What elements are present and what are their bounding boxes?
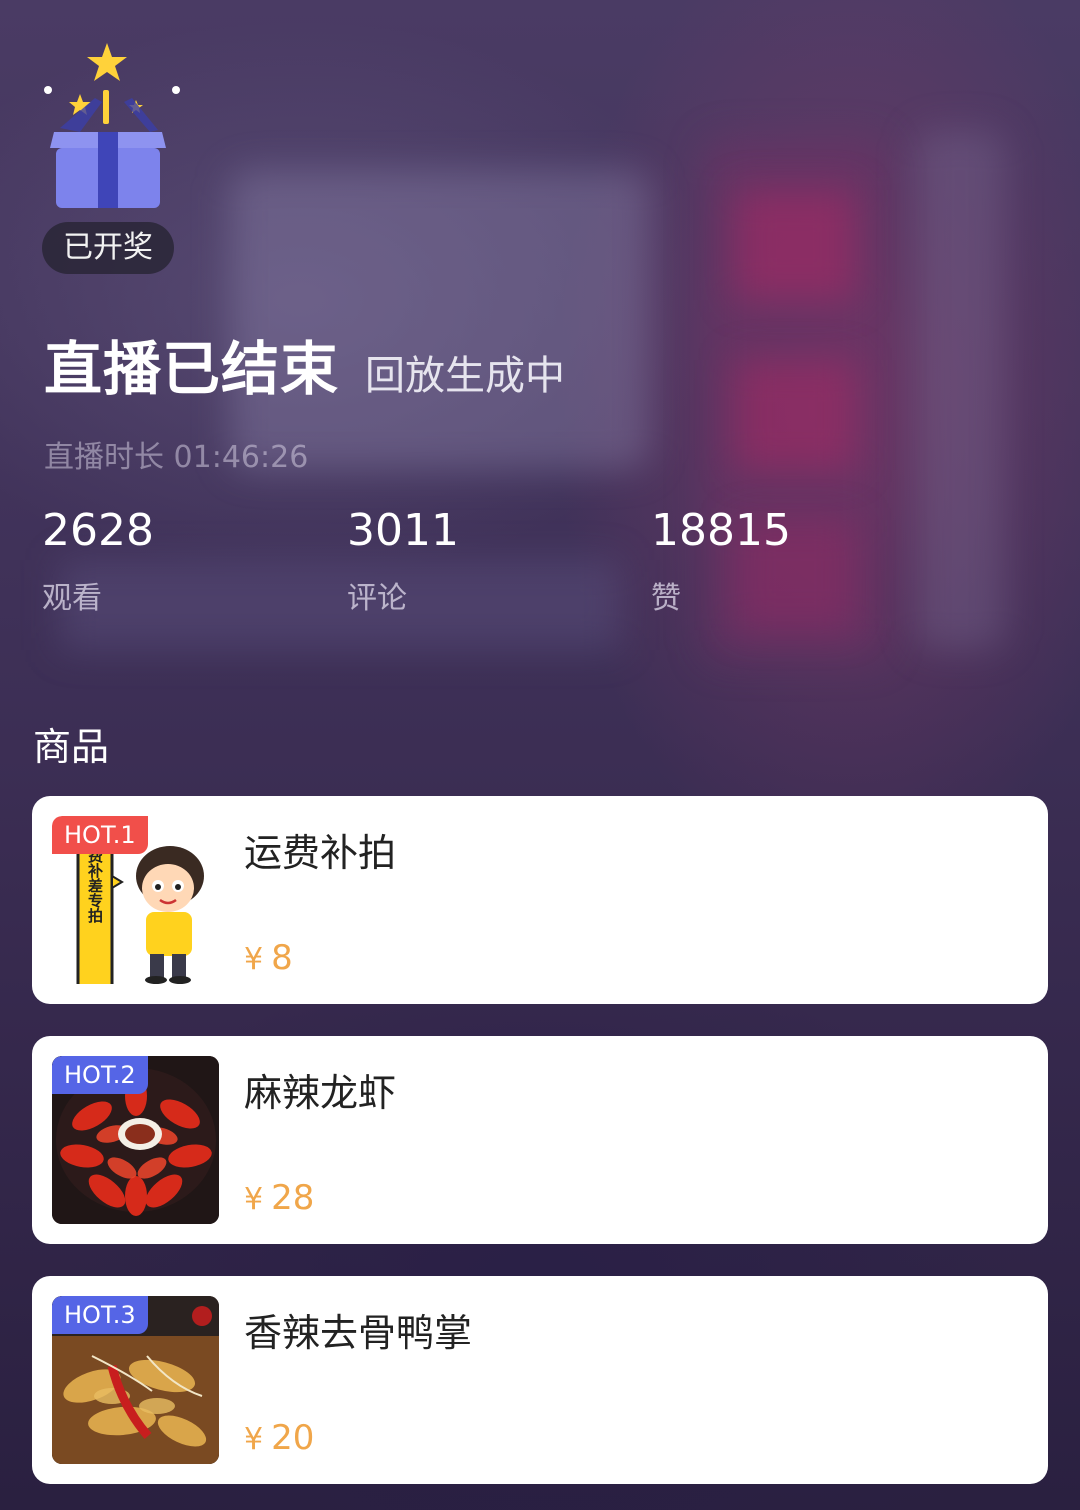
product-name[interactable]: 麻辣龙虾: [244, 1062, 396, 1117]
product-name[interactable]: 运费补拍: [244, 822, 396, 877]
hot-rank-tag: HOT.1: [52, 816, 148, 854]
stat-views: 2628 观看: [42, 505, 154, 617]
product-price: ¥20: [244, 1418, 314, 1458]
stat-value: 3011: [347, 505, 459, 556]
stat-label: 评论: [347, 581, 407, 616]
stat-value: 18815: [651, 505, 791, 556]
product-card[interactable]: 邮费补差专拍 HOT.1 运费补拍 ¥8: [32, 796, 1048, 1004]
price-value: 8: [271, 938, 293, 978]
price-value: 28: [271, 1178, 315, 1218]
product-thumbnail[interactable]: HOT.3: [52, 1296, 219, 1464]
stat-likes: 18815 赞: [651, 505, 791, 617]
product-card[interactable]: HOT.2 麻辣龙虾 ¥28: [32, 1036, 1048, 1244]
stat-comments: 3011 评论: [347, 505, 459, 617]
product-price: ¥8: [244, 938, 293, 978]
stat-label: 赞: [651, 581, 681, 616]
product-name[interactable]: 香辣去骨鸭掌: [244, 1302, 472, 1357]
duration-value: 01:46:26: [173, 440, 309, 475]
live-duration: 直播时长 01:46:26: [44, 432, 308, 476]
stat-value: 2628: [42, 505, 154, 556]
title-row: 直播已结束 回放生成中: [44, 322, 565, 406]
currency-symbol: ¥: [244, 1422, 264, 1457]
price-value: 20: [271, 1418, 315, 1458]
product-card[interactable]: HOT.3 香辣去骨鸭掌 ¥20: [32, 1276, 1048, 1484]
product-thumbnail[interactable]: 邮费补差专拍 HOT.1: [52, 816, 219, 984]
products-section-title: 商品: [33, 725, 110, 769]
duration-label: 直播时长: [44, 440, 164, 475]
currency-symbol: ¥: [244, 1182, 264, 1217]
product-price: ¥28: [244, 1178, 314, 1218]
hot-rank-tag: HOT.2: [52, 1056, 148, 1094]
hot-rank-tag: HOT.3: [52, 1296, 148, 1334]
stat-label: 观看: [42, 581, 102, 616]
currency-symbol: ¥: [244, 942, 264, 977]
page-title: 直播已结束: [44, 335, 340, 403]
lottery-status-badge: 已开奖: [42, 222, 174, 274]
gift-box-icon[interactable]: [40, 40, 190, 220]
replay-status: 回放生成中: [365, 353, 566, 399]
product-thumbnail[interactable]: HOT.2: [52, 1056, 219, 1224]
